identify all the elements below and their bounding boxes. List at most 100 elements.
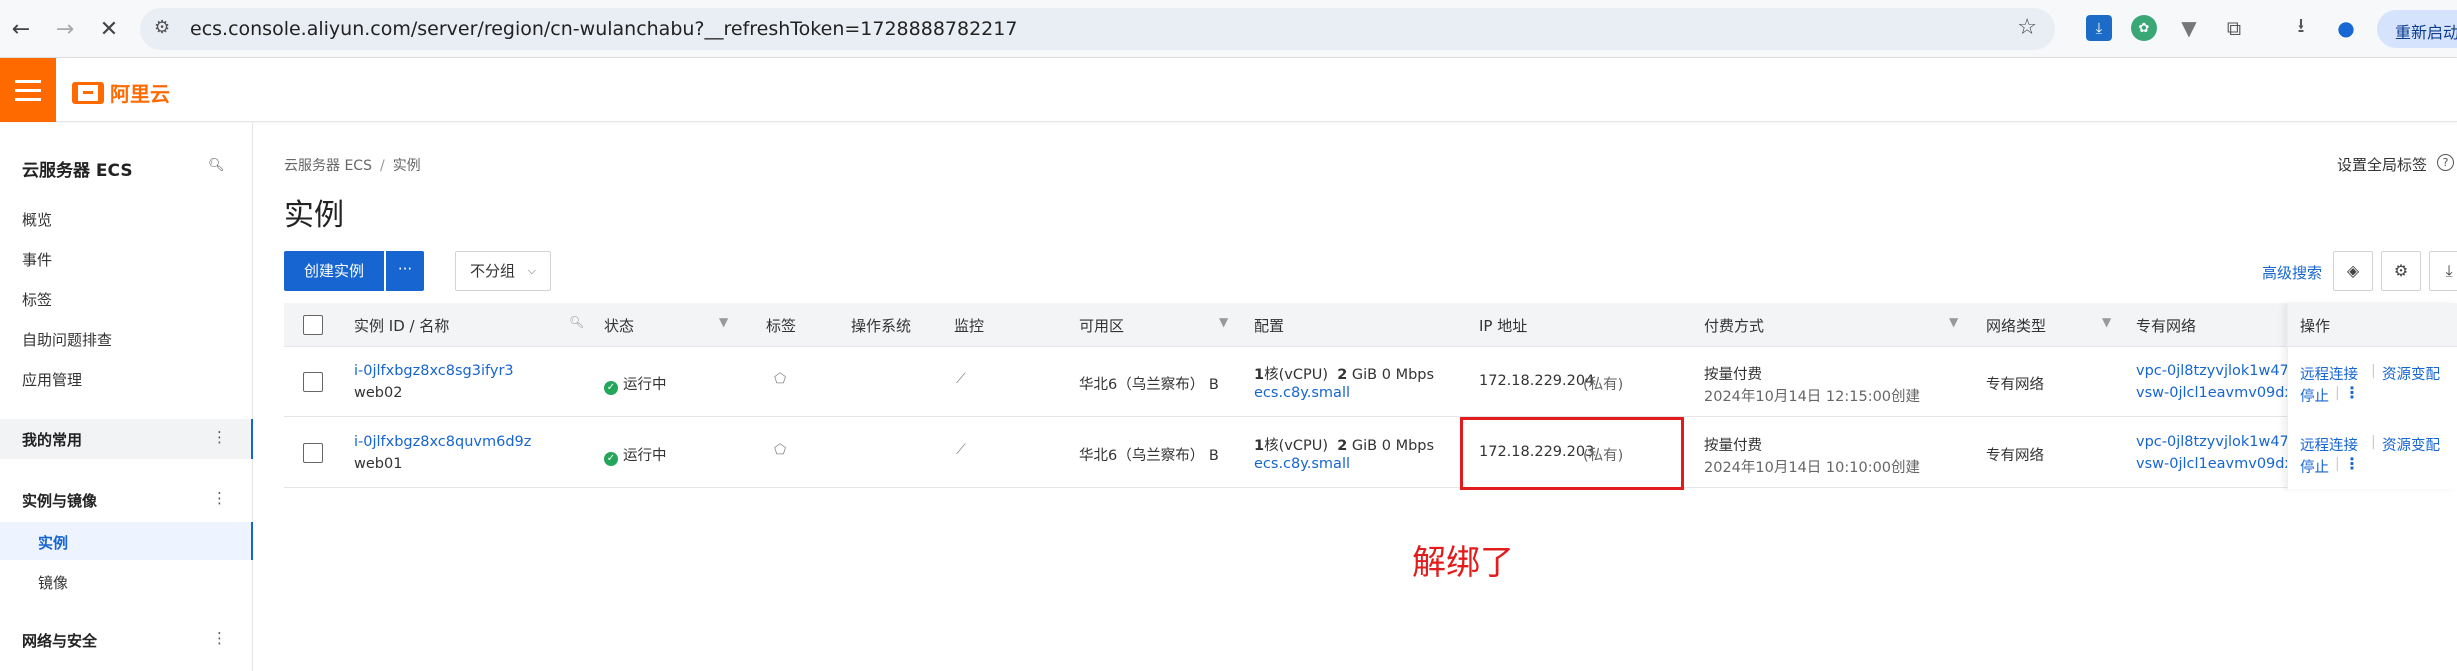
status-badge: ✓ 运行中 bbox=[604, 444, 667, 466]
monitor-chart-icon[interactable]: ⟋ bbox=[956, 442, 966, 458]
menu-hamburger-icon[interactable] bbox=[0, 58, 56, 122]
url-text[interactable]: ecs.console.aliyun.com/server/region/cn-… bbox=[190, 18, 1017, 40]
vpc-link[interactable]: vpc-0jl8tzyvjlok1w47sal bbox=[2136, 363, 2309, 379]
column-search-icon[interactable]: 🔍︎ bbox=[569, 315, 584, 329]
zone-text: 华北6（乌兰察布） B bbox=[1079, 448, 1219, 464]
stop-link[interactable]: 停止 bbox=[2300, 385, 2329, 406]
downloads-icon[interactable]: ⭳ bbox=[2288, 13, 2314, 41]
sidebar-group-label: 我的常用 bbox=[22, 431, 83, 449]
resize-link[interactable]: 资源变配 bbox=[2382, 363, 2440, 384]
vswitch-link[interactable]: vsw-0jlcl1eavmv09dxo5 bbox=[2136, 385, 2311, 401]
more-ops-icon[interactable]: ⋮ bbox=[2344, 383, 2360, 402]
vue-devtools-icon[interactable]: ▼ bbox=[2176, 15, 2202, 41]
extensions-puzzle-icon[interactable]: ⧉ bbox=[2221, 15, 2247, 41]
table-row[interactable]: i-0jlfxbgz8xc8quvm6d9z web01 ✓ 运行中 ⬠ ⟋ 华北… bbox=[284, 418, 2457, 488]
sidebar-item-label: 镜像 bbox=[38, 574, 69, 592]
sidebar-item-instances[interactable]: 实例 bbox=[0, 522, 253, 560]
bandwidth: 0 Mbps bbox=[1381, 367, 1435, 383]
col-zone: 可用区 bbox=[1079, 317, 1125, 335]
network-type: 专有网络 bbox=[1986, 377, 2044, 393]
chatgpt-extension-icon[interactable]: ✿ bbox=[2131, 15, 2157, 41]
sidebar-item-troubleshoot[interactable]: 自助问题排查 bbox=[22, 329, 112, 350]
mem-count: 2 bbox=[1337, 438, 1348, 454]
group-more-icon[interactable]: ⋮ bbox=[212, 629, 227, 647]
col-vpc: 专有网络 bbox=[2136, 317, 2197, 335]
address-bar[interactable]: ⚙ ecs.console.aliyun.com/server/region/c… bbox=[140, 8, 2055, 50]
create-instance-button[interactable]: 创建实例 bbox=[284, 251, 384, 291]
group-more-icon[interactable]: ⋮ bbox=[212, 489, 227, 507]
global-tag-button[interactable]: 设置全局标签 bbox=[2337, 154, 2427, 175]
row-checkbox[interactable] bbox=[303, 443, 323, 463]
aliyun-logo-mark-icon bbox=[72, 81, 104, 104]
sidebar-group-favorites[interactable]: 我的常用 ⋮ bbox=[0, 419, 253, 459]
remote-connect-link[interactable]: 远程连接 bbox=[2300, 434, 2358, 455]
filter-icon[interactable]: ▼ bbox=[1949, 315, 1958, 329]
chevron-down-icon: ⌵ bbox=[527, 264, 536, 277]
help-icon[interactable]: ? bbox=[2437, 154, 2454, 171]
mem-unit: GiB bbox=[1351, 367, 1378, 383]
select-all-checkbox[interactable] bbox=[303, 315, 323, 335]
logo-text: 阿里云 bbox=[110, 82, 170, 106]
billing-type: 按量付费 bbox=[1704, 438, 1762, 454]
sidebar-group-instances[interactable]: 实例与镜像 ⋮ bbox=[0, 480, 253, 520]
sidebar-group-network[interactable]: 网络与安全 ⋮ bbox=[0, 620, 253, 660]
instance-spec-link[interactable]: ecs.c8y.small bbox=[1254, 385, 1350, 401]
stop-loading-icon[interactable]: ✕ bbox=[94, 14, 124, 44]
divider: | bbox=[2335, 385, 2340, 401]
created-time: 2024年10月14日 10:10:00创建 bbox=[1704, 460, 1921, 476]
aliyun-logo[interactable]: 阿里云 bbox=[72, 78, 170, 107]
vswitch-link[interactable]: vsw-0jlcl1eavmv09dxo5 bbox=[2136, 456, 2311, 472]
bookmark-star-icon[interactable]: ☆ bbox=[2017, 15, 2037, 40]
breadcrumb-ecs-link[interactable]: 云服务器 ECS bbox=[284, 158, 372, 174]
filter-icon[interactable]: ▼ bbox=[2102, 315, 2111, 329]
instance-spec-link[interactable]: ecs.c8y.small bbox=[1254, 456, 1350, 472]
table-row[interactable]: i-0jlfxbgz8xc8sg3ifyr3 web02 ✓ 运行中 ⬠ ⟋ 华北… bbox=[284, 347, 2457, 417]
more-ops-icon[interactable]: ⋮ bbox=[2344, 454, 2360, 473]
bandwidth: 0 Mbps bbox=[1381, 438, 1435, 454]
sidebar-item-overview[interactable]: 概览 bbox=[22, 209, 52, 230]
download-icon[interactable]: ⤓ bbox=[2429, 251, 2457, 291]
filter-icon[interactable]: ▼ bbox=[1219, 315, 1228, 329]
forward-icon[interactable]: → bbox=[50, 14, 80, 44]
mem-unit: GiB bbox=[1351, 438, 1378, 454]
divider: | bbox=[2335, 456, 2340, 472]
advanced-search-link[interactable]: 高级搜索 bbox=[2262, 262, 2322, 283]
remote-connect-link[interactable]: 远程连接 bbox=[2300, 363, 2358, 384]
relaunch-update-button[interactable]: 重新启动更新 bbox=[2377, 10, 2457, 48]
col-status: 状态 bbox=[604, 317, 635, 335]
cpu-count: 1 bbox=[1254, 367, 1265, 383]
row-checkbox[interactable] bbox=[303, 372, 323, 392]
more-actions-button[interactable]: ··· bbox=[386, 251, 424, 291]
tag-icon[interactable]: ⬠ bbox=[774, 371, 786, 387]
tag-icon[interactable]: ⬠ bbox=[774, 442, 786, 458]
sidebar: 云服务器 ECS 🔍︎ 概览 事件 标签 自助问题排查 应用管理 我的常用 ⋮ … bbox=[0, 123, 253, 671]
instance-id-link[interactable]: i-0jlfxbgz8xc8sg3ifyr3 bbox=[354, 363, 514, 379]
col-monitor: 监控 bbox=[954, 317, 985, 335]
group-more-icon[interactable]: ⋮ bbox=[212, 428, 227, 446]
status-text: 运行中 bbox=[623, 377, 667, 393]
config-text: 1核(vCPU) 2 GiB 0 Mbps bbox=[1254, 363, 1434, 384]
filter-icon[interactable]: ▼ bbox=[719, 315, 728, 329]
col-tags: 标签 bbox=[766, 317, 797, 335]
sidebar-item-images[interactable]: 镜像 bbox=[0, 562, 253, 600]
col-billing: 付费方式 bbox=[1704, 317, 1765, 335]
sidebar-item-tags[interactable]: 标签 bbox=[22, 289, 52, 310]
monitor-chart-icon[interactable]: ⟋ bbox=[956, 371, 966, 387]
settings-gear-icon[interactable]: ⚙ bbox=[2381, 251, 2421, 291]
profile-avatar-icon[interactable]: ● bbox=[2333, 15, 2359, 41]
status-badge: ✓ 运行中 bbox=[604, 373, 667, 395]
sidebar-item-app-management[interactable]: 应用管理 bbox=[22, 369, 82, 390]
instance-id-link[interactable]: i-0jlfxbgz8xc8quvm6d9z bbox=[354, 434, 531, 450]
billing-type: 按量付费 bbox=[1704, 367, 1762, 383]
site-info-icon[interactable]: ⚙ bbox=[154, 17, 178, 41]
layers-icon[interactable]: ◈ bbox=[2333, 251, 2373, 291]
sidebar-search-icon[interactable]: 🔍︎ bbox=[208, 158, 225, 173]
sidebar-item-events[interactable]: 事件 bbox=[22, 249, 52, 270]
group-select[interactable]: 不分组 ⌵ bbox=[455, 251, 551, 291]
vpc-link[interactable]: vpc-0jl8tzyvjlok1w47sal bbox=[2136, 434, 2309, 450]
stop-link[interactable]: 停止 bbox=[2300, 456, 2329, 477]
back-icon[interactable]: ← bbox=[6, 14, 36, 44]
save-extension-icon[interactable]: ⤓ bbox=[2086, 15, 2112, 41]
browser-toolbar: ← → ✕ ⚙ ecs.console.aliyun.com/server/re… bbox=[0, 0, 2457, 58]
resize-link[interactable]: 资源变配 bbox=[2382, 434, 2440, 455]
